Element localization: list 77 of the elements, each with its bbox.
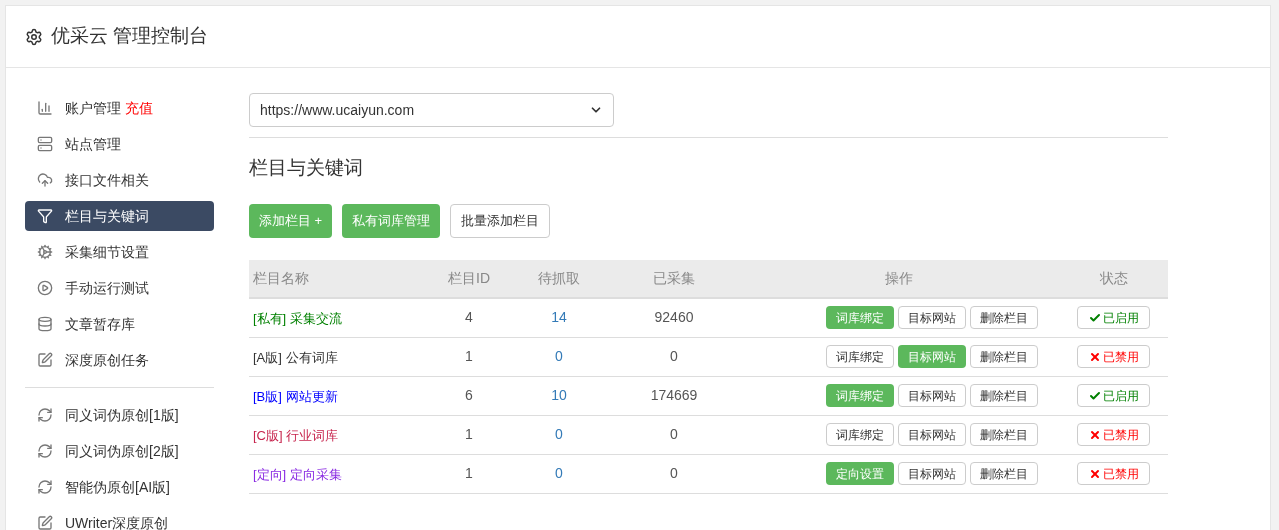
action-button[interactable]: 目标网站: [898, 462, 966, 485]
filter-icon: [37, 208, 53, 224]
action-button[interactable]: 删除栏目: [970, 462, 1038, 485]
play-icon: [37, 280, 53, 296]
settings-icon: [25, 27, 43, 46]
refresh-icon: [37, 443, 53, 459]
action-button[interactable]: 目标网站: [898, 306, 966, 329]
table-cell: 0: [670, 348, 678, 364]
sidebar-item[interactable]: 栏目与关键词: [25, 201, 214, 231]
sidebar-item[interactable]: 站点管理: [25, 129, 214, 159]
refresh-icon: [37, 407, 53, 423]
column-name[interactable]: [私有] 采集交流: [253, 310, 342, 326]
table-cell: 0: [555, 348, 563, 364]
table-cell: 0: [555, 426, 563, 442]
table-cell: 0: [555, 465, 563, 481]
table-cell: 10: [551, 387, 567, 403]
status-button[interactable]: 已启用: [1077, 306, 1150, 329]
action-button[interactable]: 目标网站: [898, 423, 966, 446]
refresh-icon: [37, 479, 53, 495]
table-cell: 1: [465, 465, 473, 481]
table-cell: 4: [465, 309, 473, 325]
app-title: 优采云 管理控制台: [51, 24, 209, 49]
column-name[interactable]: [C版] 行业词库: [253, 427, 339, 443]
check-icon: [1088, 389, 1101, 402]
column-header: 待抓取: [538, 269, 580, 286]
action-button[interactable]: 词库绑定: [826, 423, 894, 446]
section-title: 栏目与关键词: [249, 156, 363, 180]
action-button[interactable]: 删除栏目: [970, 384, 1038, 407]
action-button[interactable]: 删除栏目: [970, 306, 1038, 329]
close-icon: [1088, 428, 1101, 441]
status-button[interactable]: 已禁用: [1077, 345, 1150, 368]
edit-icon: [37, 352, 53, 368]
action-button[interactable]: 删除栏目: [970, 345, 1038, 368]
column-header: 状态: [1099, 269, 1128, 286]
column-name[interactable]: [B版] 网站更新: [253, 388, 338, 404]
status-button[interactable]: 已启用: [1077, 384, 1150, 407]
column-name[interactable]: [定向] 定向采集: [253, 466, 342, 482]
sidebar-item[interactable]: UWriter深度原创: [25, 508, 214, 530]
sidebar-item[interactable]: 智能伪原创[AI版]: [25, 472, 214, 502]
column-header: 已采集: [653, 269, 695, 286]
cloud-upload-icon: [37, 172, 53, 188]
action-button[interactable]: 目标网站: [898, 384, 966, 407]
table-cell: 174669: [650, 387, 698, 403]
column-header: 操作: [885, 269, 913, 286]
action-button[interactable]: 删除栏目: [970, 423, 1038, 446]
server-icon: [37, 136, 53, 152]
status-button[interactable]: 已禁用: [1077, 423, 1150, 446]
close-icon: [1088, 467, 1101, 480]
column-name[interactable]: [A版] 公有词库: [253, 349, 338, 365]
sidebar-item[interactable]: 同义词伪原创[1版]: [25, 400, 214, 430]
table-cell: 1: [465, 426, 473, 442]
edit-icon: [37, 515, 53, 530]
toolbar-button[interactable]: 批量添加栏目: [450, 203, 551, 238]
column-header: 栏目名称: [253, 269, 309, 286]
table-cell: 6: [465, 387, 473, 403]
sidebar-item[interactable]: 账户管理 充值: [25, 93, 214, 123]
table-cell: 14: [551, 309, 567, 325]
sidebar-item[interactable]: 手动运行测试: [25, 273, 214, 303]
site-select[interactable]: https://www.ucaiyun.com: [249, 93, 614, 127]
gear-icon: [37, 244, 53, 260]
table-cell: 0: [670, 426, 678, 442]
close-icon: [1088, 350, 1101, 363]
column-header: 栏目ID: [448, 269, 490, 286]
sidebar-item[interactable]: 文章暂存库: [25, 309, 214, 339]
table-cell: 92460: [654, 309, 694, 325]
sidebar-item[interactable]: 采集细节设置: [25, 237, 214, 267]
table-cell: 0: [670, 465, 678, 481]
action-button[interactable]: 词库绑定: [826, 345, 894, 368]
sidebar-item[interactable]: 同义词伪原创[2版]: [25, 436, 214, 466]
database-icon: [37, 316, 53, 332]
bar-chart-icon: [37, 100, 53, 116]
sidebar-item[interactable]: 深度原创任务: [25, 345, 214, 375]
status-button[interactable]: 已禁用: [1077, 462, 1150, 485]
recharge-link[interactable]: 充值: [125, 97, 153, 119]
sidebar-item[interactable]: 接口文件相关: [25, 165, 214, 195]
check-icon: [1088, 311, 1101, 324]
table-cell: 1: [465, 348, 473, 364]
